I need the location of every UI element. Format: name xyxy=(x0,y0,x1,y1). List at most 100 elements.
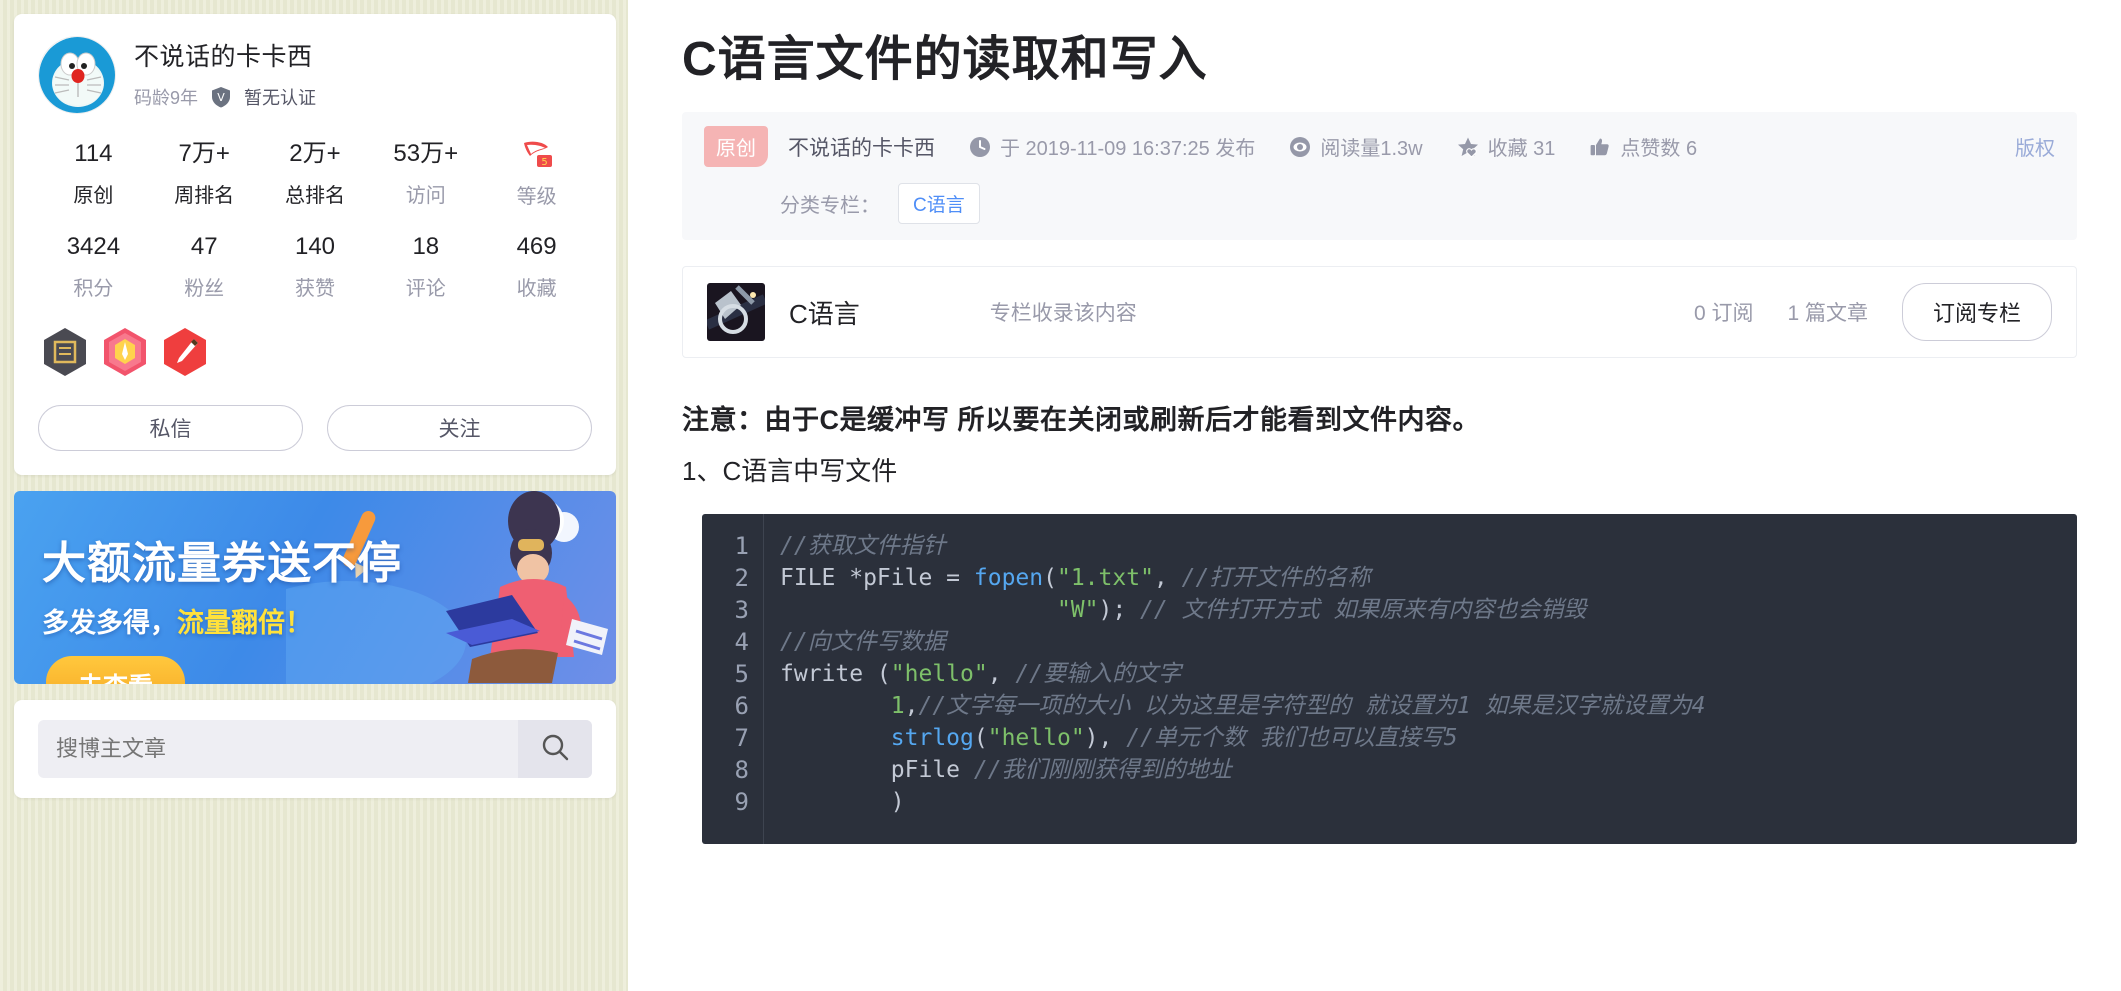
code-line: fwrite ("hello", //要输入的文字 xyxy=(780,658,1705,690)
ad-cta-button[interactable]: 去查看 xyxy=(46,655,186,684)
category-tag[interactable]: C语言 xyxy=(898,183,980,224)
profile-stats-row-primary: 114 原创 7万+ 周排名 2万+ 总排名 53万+ 访问 5 等级 xyxy=(38,140,592,209)
clock-icon xyxy=(969,136,991,158)
meta-favorite-count[interactable]: 收藏 31 xyxy=(1457,132,1556,161)
search-box xyxy=(38,719,592,778)
search-button[interactable] xyxy=(518,719,592,778)
profile-username[interactable]: 不说话的卡卡西 xyxy=(134,42,316,73)
code-token: "W" xyxy=(1056,597,1099,623)
search-icon xyxy=(540,732,570,765)
stat-value: 47 xyxy=(190,233,218,260)
profile-header: 不说话的卡卡西 码龄9年 V 暂无认证 xyxy=(38,36,592,114)
ad-subtitle-highlight: 流量翻倍！ xyxy=(177,607,312,638)
advertisement-banner[interactable]: 大额流量券送不停 多发多得，流量翻倍！ 去查看 xyxy=(14,490,616,684)
creator-medal-icon[interactable] xyxy=(102,327,148,377)
stat-visits[interactable]: 53万+ 访问 xyxy=(370,140,481,209)
article-note: 注意：由于C是缓冲写 所以要在关闭或刷新后才能看到文件内容。 xyxy=(682,405,1480,435)
stat-level[interactable]: 5 等级 xyxy=(481,140,592,209)
certification-label: 暂无认证 xyxy=(244,88,317,109)
code-line: //获取文件指针 xyxy=(780,530,1705,562)
stat-label: 访问 xyxy=(405,184,446,207)
stat-original[interactable]: 114 原创 xyxy=(38,140,149,209)
code-token: //向文件写数据 xyxy=(780,629,946,655)
persistence-medal-icon[interactable] xyxy=(42,327,88,377)
stat-label: 积分 xyxy=(73,277,114,300)
stat-week-rank[interactable]: 7万+ 周排名 xyxy=(149,140,260,209)
read-count-text: 阅读量1.3w xyxy=(1320,138,1423,160)
code-token: //要输入的文字 xyxy=(1015,661,1182,687)
favorite-count-text: 收藏 31 xyxy=(1487,138,1556,160)
code-token: fopen xyxy=(973,565,1044,591)
stat-total-rank[interactable]: 2万+ 总排名 xyxy=(260,140,371,209)
stat-value: 7万+ xyxy=(178,140,230,167)
code-token: //单元个数 我们也可以直接写5 xyxy=(1126,725,1458,751)
stat-label: 总排名 xyxy=(284,184,345,207)
code-token: // 文件打开方式 如果原来有内容也会销毁 xyxy=(1140,597,1587,623)
code-block[interactable]: 123456789 //获取文件指针 FILE *pFile = fopen("1… xyxy=(702,514,2077,844)
code-token: , xyxy=(904,693,919,719)
meta-publish-time: 于 2019-11-09 16:37:25 发布 xyxy=(969,132,1255,161)
code-token: "1.txt" xyxy=(1056,565,1154,591)
profile-card: 不说话的卡卡西 码龄9年 V 暂无认证 114 原创 7万+ 周排名 2万+ 总… xyxy=(14,14,616,475)
code-token: 1 xyxy=(890,693,905,719)
copyright-link[interactable]: 版权 xyxy=(2015,132,2055,161)
column-description: 专栏收录该内容 xyxy=(989,302,1137,325)
level-badge-icon: 5 xyxy=(481,140,592,170)
code-line-number: 6 xyxy=(734,692,749,720)
stat-label: 获赞 xyxy=(294,277,335,300)
private-message-button[interactable]: 私信 xyxy=(38,404,303,451)
star-icon xyxy=(1457,136,1479,158)
code-line-numbers: 1 2 3 4 5 6 7 8 9 xyxy=(702,514,764,844)
stat-points[interactable]: 3424 积分 xyxy=(38,233,149,301)
code-line: "W"); // 文件打开方式 如果原来有内容也会销毁 xyxy=(780,594,1705,626)
code-line: //向文件写数据 xyxy=(780,626,1705,658)
pen-medal-icon[interactable] xyxy=(162,327,208,377)
article-section-heading: 1、C语言中写文件 xyxy=(682,456,898,486)
code-token: "hello" xyxy=(890,661,988,687)
ad-subtitle-normal: 多发多得， xyxy=(42,607,177,638)
blog-search-card xyxy=(14,699,616,798)
stat-label: 收藏 xyxy=(516,277,557,300)
code-line-number: 5 xyxy=(734,660,749,688)
column-thumbnail[interactable] xyxy=(707,283,765,341)
code-token: "hello" xyxy=(987,725,1085,751)
stat-value: 2万+ xyxy=(289,140,341,167)
code-content[interactable]: //获取文件指针 FILE *pFile = fopen("1.txt", //打… xyxy=(764,514,1705,844)
stat-label: 等级 xyxy=(516,186,557,208)
code-age-label: 码龄9年 xyxy=(134,88,199,109)
code-line-number: 2 xyxy=(734,564,749,592)
search-input[interactable] xyxy=(38,719,518,778)
column-name[interactable]: C语言 xyxy=(789,294,860,331)
avatar[interactable] xyxy=(38,36,116,114)
code-line: ) xyxy=(780,786,1705,818)
stat-collections[interactable]: 469 收藏 xyxy=(481,233,592,301)
meta-like-count[interactable]: 点赞数 6 xyxy=(1589,132,1697,161)
meta-author-link[interactable]: 不说话的卡卡西 xyxy=(788,132,935,162)
profile-subline: 码龄9年 V 暂无认证 xyxy=(134,84,316,110)
stat-fans[interactable]: 47 粉丝 xyxy=(149,233,260,301)
column-subscription-card: C语言 专栏收录该内容 0 订阅 1 篇文章 订阅专栏 xyxy=(682,266,2077,358)
article-meta-bar: 原创 不说话的卡卡西 于 2019-11-09 16:37:25 发布 阅读量1… xyxy=(682,112,2077,240)
subscribe-column-button[interactable]: 订阅专栏 xyxy=(1901,283,2052,341)
svg-text:5: 5 xyxy=(541,157,547,168)
stat-likes[interactable]: 140 获赞 xyxy=(260,233,371,301)
code-token: ); xyxy=(1098,597,1141,623)
code-token: ), xyxy=(1084,725,1127,751)
article-main: C语言文件的读取和写入 原创 不说话的卡卡西 于 2019-11-09 16:3… xyxy=(628,0,2121,991)
article-meta-line: 原创 不说话的卡卡西 于 2019-11-09 16:37:25 发布 阅读量1… xyxy=(704,126,2055,167)
code-line-number: 3 xyxy=(734,596,749,624)
thumbs-up-icon xyxy=(1589,136,1611,158)
ad-title: 大额流量券送不停 xyxy=(42,538,402,588)
code-token: , xyxy=(1153,565,1182,591)
ad-subtitle: 多发多得，流量翻倍！ xyxy=(42,601,312,640)
eye-icon xyxy=(1289,136,1311,158)
profile-actions: 私信 关注 xyxy=(38,404,592,451)
stat-comments[interactable]: 18 评论 xyxy=(370,233,481,301)
follow-button[interactable]: 关注 xyxy=(327,404,592,451)
publish-time-text: 于 2019-11-09 16:37:25 发布 xyxy=(1000,138,1256,160)
code-token: , xyxy=(987,661,1016,687)
code-token: strlog xyxy=(890,725,974,751)
code-token: ( xyxy=(973,725,988,751)
